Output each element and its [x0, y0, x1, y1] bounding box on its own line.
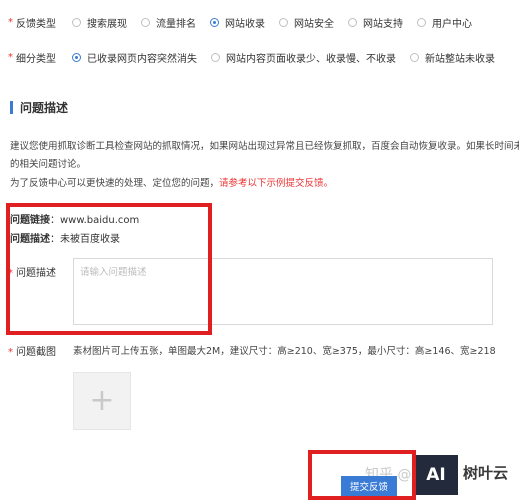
sub-type-option-content-disappeared[interactable]: 已收录网页内容突然消失: [72, 50, 197, 65]
section-accent-bar: [10, 100, 13, 114]
brand-logo-icon: AI: [414, 455, 458, 495]
feedback-type-label: 反馈类型: [16, 18, 56, 30]
radio-selected-icon[interactable]: [72, 52, 81, 62]
required-mark: *: [8, 51, 13, 63]
radio-icon[interactable]: [410, 52, 419, 62]
upload-button[interactable]: +: [73, 372, 131, 430]
feedback-type-row: * 反馈类型 搜索展现 流量排名 网站收录 网站安全 网站支持 用户中心: [0, 12, 486, 32]
intro-line-2: 的相关问题讨论。: [10, 159, 87, 170]
annotation-box-example: [6, 203, 212, 335]
example-link[interactable]: 请参考以下示例提交反馈。: [219, 178, 333, 189]
upload-note: 素材图片可上传五张，单图最大2M，建议尺寸：高≥210、宽≥375，最小尺寸：高…: [73, 346, 496, 357]
radio-selected-icon[interactable]: [210, 17, 219, 27]
plus-icon: +: [89, 383, 115, 418]
annotation-box-submit: [308, 450, 416, 500]
feedback-type-option-traffic[interactable]: 流量排名: [141, 15, 196, 30]
screenshot-label: * 问题截图: [8, 347, 56, 358]
sub-type-option-low-indexing[interactable]: 网站内容页面收录少、收录慢、不收录: [211, 50, 396, 65]
brand-name: 树叶云: [463, 464, 509, 482]
feedback-type-option-user-center[interactable]: 用户中心: [417, 15, 472, 30]
sub-type-row: * 细分类型 已收录网页内容突然消失 网站内容页面收录少、收录慢、不收录 新站整…: [0, 47, 509, 67]
radio-icon[interactable]: [417, 17, 426, 27]
intro-line-1: 建议您使用抓取诊断工具检查网站的抓取情况，如果网站出现过异常且已经恢复抓取，百度…: [10, 141, 519, 152]
intro-line-3: 为了反馈中心可以更快速的处理、定位您的问题，请参考以下示例提交反馈。: [10, 178, 334, 189]
sub-type-label: 细分类型: [16, 53, 56, 65]
feedback-type-option-security[interactable]: 网站安全: [279, 15, 334, 30]
radio-icon[interactable]: [211, 52, 220, 62]
radio-icon[interactable]: [72, 17, 81, 27]
feedback-type-option-search[interactable]: 搜索展现: [72, 15, 127, 30]
radio-icon[interactable]: [348, 17, 357, 27]
radio-icon[interactable]: [141, 17, 150, 27]
radio-icon[interactable]: [279, 17, 288, 27]
feedback-type-option-indexing[interactable]: 网站收录: [210, 15, 265, 30]
required-mark: *: [8, 347, 13, 358]
required-mark: *: [8, 16, 13, 28]
section-title: 问题描述: [10, 100, 68, 115]
sub-type-option-new-site[interactable]: 新站整站未收录: [410, 50, 495, 65]
feedback-type-option-support[interactable]: 网站支持: [348, 15, 403, 30]
